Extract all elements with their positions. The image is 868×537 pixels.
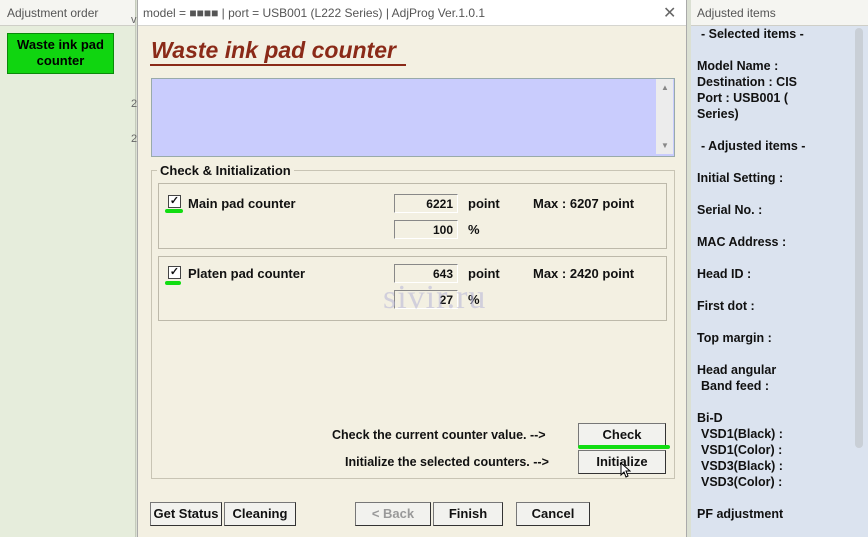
info-textarea[interactable] xyxy=(151,78,675,157)
page-title: Waste ink pad counter xyxy=(151,37,396,63)
watermark: sivir.ru xyxy=(383,279,487,316)
adjusted-item: VSD3(Color) : xyxy=(701,475,783,489)
adjusted-items-panel: Adjusted items - Selected items - Model … xyxy=(691,0,868,537)
close-icon[interactable]: ✕ xyxy=(663,3,676,23)
main-pad-max: Max : 6207 point xyxy=(533,196,635,211)
adjusted-item: PF adjustment xyxy=(697,507,784,521)
platen-pad-checkbox[interactable]: ✓ xyxy=(168,266,181,279)
title-underline xyxy=(150,64,406,66)
cancel-button[interactable]: Cancel xyxy=(516,502,590,526)
adjusted-item: Head angular xyxy=(697,363,777,377)
adjusted-item: Bi-D xyxy=(697,411,723,425)
adjusted-item: Serial No. : xyxy=(697,203,763,217)
scroll-up-icon[interactable]: ▲ xyxy=(661,83,669,92)
window-titlebar: model = ■■■■ | port = USB001 (L222 Serie… xyxy=(138,0,686,26)
initialize-instruction: Initialize the selected counters. --> xyxy=(345,455,549,469)
adjusted-item: VSD1(Color) : xyxy=(701,443,783,457)
model-name: Model Name : xyxy=(697,59,779,73)
mouse-cursor-icon xyxy=(620,461,632,481)
adjusted-item: VSD1(Black) : xyxy=(701,427,783,441)
adjusted-items-header: Adjusted items xyxy=(691,0,868,26)
adjusted-item: Initial Setting : xyxy=(697,171,784,185)
main-pad-checkbox[interactable]: ✓ xyxy=(168,195,181,208)
main-pad-row xyxy=(158,183,667,249)
main-pad-label: Main pad counter xyxy=(188,196,296,211)
green-highlight-mark xyxy=(165,209,183,213)
adjusted-item: Band feed : xyxy=(701,379,770,393)
port: Port : USB001 ( xyxy=(697,91,788,105)
adjusted-item: Head ID : xyxy=(697,267,752,281)
check-button[interactable]: Check xyxy=(578,423,666,447)
finish-button[interactable]: Finish xyxy=(433,502,503,526)
platen-pad-label: Platen pad counter xyxy=(188,266,306,281)
scroll-down-icon[interactable]: ▼ xyxy=(661,141,669,150)
adjustment-item-waste-ink[interactable]: Waste ink pad counter xyxy=(7,33,114,74)
main-pad-unit: point xyxy=(468,196,500,211)
back-button[interactable]: < Back xyxy=(355,502,431,526)
main-pad-percent-unit: % xyxy=(468,222,480,237)
selected-items-heading: - Selected items - xyxy=(701,27,804,41)
get-status-button[interactable]: Get Status xyxy=(150,502,222,526)
cleaning-button[interactable]: Cleaning xyxy=(224,502,296,526)
main-pad-percent: 100 xyxy=(394,220,458,239)
adjustment-order-panel: Adjustment order Waste ink pad counter xyxy=(0,0,136,537)
port-series: Series) xyxy=(697,107,739,121)
adjusted-items-scrollbar[interactable] xyxy=(855,28,863,448)
adjusted-item: Top margin : xyxy=(697,331,772,345)
background-fragment: v xyxy=(131,14,137,26)
destination: Destination : CIS xyxy=(697,75,798,89)
adjusted-items-heading: - Adjusted items - xyxy=(701,139,806,153)
green-highlight-mark xyxy=(578,445,670,449)
green-highlight-mark xyxy=(165,281,181,285)
info-scrollbar[interactable]: ▲ ▼ xyxy=(656,79,673,154)
adjustment-order-header: Adjustment order xyxy=(0,0,135,26)
main-pad-value: 6221 xyxy=(394,194,458,213)
adjusted-item: MAC Address : xyxy=(697,235,787,249)
group-title: Check & Initialization xyxy=(157,163,294,178)
adjustment-item-line2: counter xyxy=(36,53,85,68)
platen-pad-max: Max : 2420 point xyxy=(533,266,635,281)
waste-ink-dialog: model = ■■■■ | port = USB001 (L222 Serie… xyxy=(137,0,687,537)
adjustment-item-line1: Waste ink pad xyxy=(17,37,104,52)
check-instruction: Check the current counter value. --> xyxy=(332,428,546,442)
adjusted-item: VSD3(Black) : xyxy=(701,459,783,473)
adjusted-item: First dot : xyxy=(697,299,755,313)
